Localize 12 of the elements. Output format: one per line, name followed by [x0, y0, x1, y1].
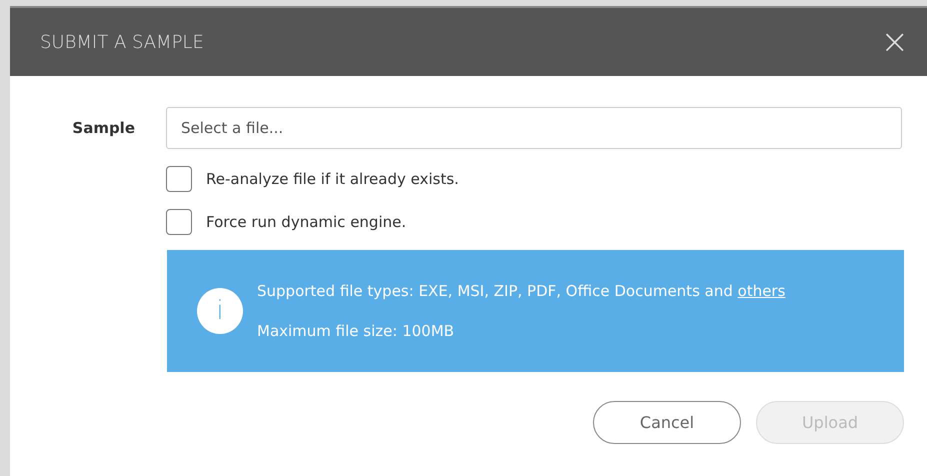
max-size-text: Maximum file size: 100MB [257, 322, 456, 340]
file-input[interactable]: Select a file... [166, 107, 902, 149]
dialog-title: SUBMIT A SAMPLE [40, 32, 204, 52]
supported-types-text: Supported file types: EXE, MSI, ZIP, PDF, Office Documents and others [257, 282, 786, 300]
info-icon: i [197, 288, 243, 334]
close-button[interactable]: × [880, 25, 909, 59]
checkbox[interactable] [166, 166, 192, 192]
checkbox-label: Re-analyze file if it already exists. [206, 170, 459, 188]
checkbox-label: Force run dynamic engine. [206, 213, 406, 231]
sample-label: Sample [71, 119, 136, 137]
checkbox[interactable] [166, 209, 192, 235]
cancel-button[interactable]: Cancel [593, 401, 741, 444]
